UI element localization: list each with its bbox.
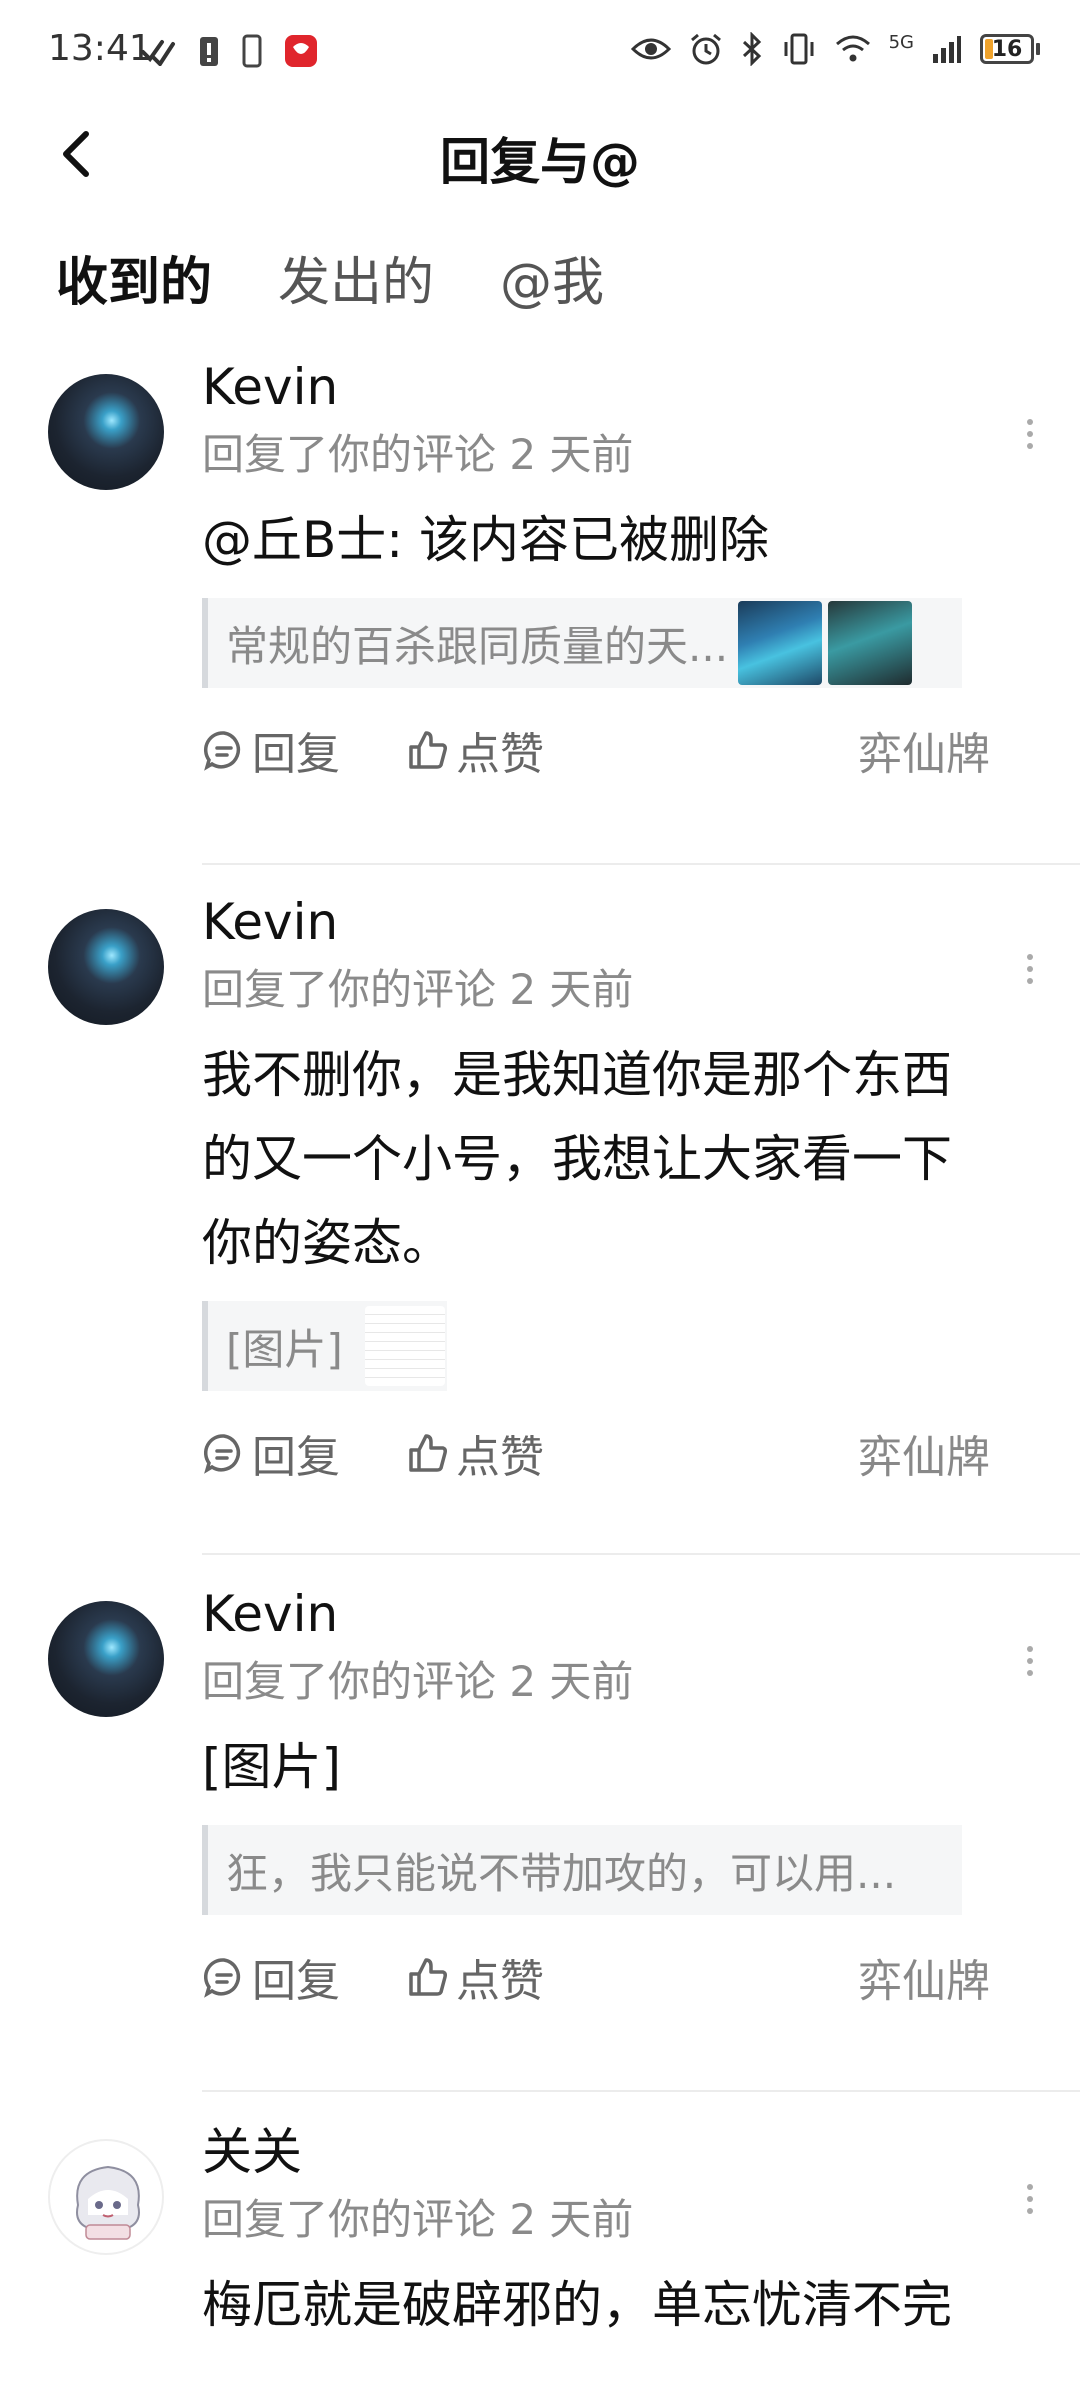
thumbs-up-icon (409, 731, 447, 769)
more-vertical-icon (1027, 419, 1033, 449)
quoted-comment[interactable]: [图片] (202, 1301, 447, 1391)
like-button[interactable]: 点赞 (406, 1421, 544, 1485)
bluetooth-icon (742, 32, 761, 66)
quoted-text: [图片] (226, 1324, 343, 1374)
username[interactable]: Kevin (202, 360, 1040, 415)
list-item[interactable]: 关关 回复了你的评论 2 天前 梅厄就是破辟邪的，单忘忧清不完 (0, 2125, 1080, 2400)
signal-icon (933, 36, 961, 63)
more-options-button[interactable] (1010, 2179, 1050, 2219)
reply-button[interactable]: 回复 (202, 1421, 340, 1485)
thumbs-up-icon (409, 1958, 447, 1996)
status-bar: 13:41 5G 16 (0, 0, 1080, 100)
channel-tag[interactable]: 弈仙牌 (858, 1421, 990, 1485)
status-alert-icon (200, 37, 218, 66)
tab-bar: 收到的 发出的 @我 (56, 240, 604, 325)
username[interactable]: 关关 (202, 2125, 1040, 2180)
comment-text[interactable]: 我不删你，是我知道你是那个东西 的又一个小号，我想让大家看一下 你的姿态。 (202, 1033, 1040, 1285)
more-vertical-icon (1027, 1646, 1033, 1676)
eye-icon (630, 38, 671, 60)
comment-icon (203, 1958, 241, 1998)
channel-tag[interactable]: 弈仙牌 (858, 1945, 990, 2009)
avatar[interactable] (48, 2139, 164, 2255)
status-check-icon (141, 40, 175, 66)
alarm-icon (690, 33, 721, 65)
avatar[interactable] (48, 374, 164, 490)
status-left-icons (140, 34, 318, 68)
comment-text[interactable]: [图片] (202, 1725, 1040, 1809)
more-options-button[interactable] (1010, 414, 1050, 454)
comment-meta: 回复了你的评论 2 天前 (202, 2195, 634, 2244)
avatar-illustration (76, 2165, 140, 2240)
more-options-button[interactable] (1010, 1641, 1050, 1681)
tab-received[interactable]: 收到的 (56, 240, 213, 325)
comment-meta: 回复了你的评论 2 天前 (202, 430, 634, 479)
channel-tag[interactable]: 弈仙牌 (858, 718, 990, 782)
more-options-button[interactable] (1010, 949, 1050, 989)
like-button[interactable]: 点赞 (406, 718, 544, 782)
action-row: 回复 点赞 弈仙牌 (202, 1945, 1040, 2007)
quoted-comment[interactable]: 常规的百杀跟同质量的天... (202, 598, 962, 688)
status-right-icons: 5G 16 (630, 32, 1040, 66)
more-vertical-icon (1027, 954, 1033, 984)
like-button[interactable]: 点赞 (406, 1945, 544, 2009)
nav-bar: 回复与@ (0, 100, 1080, 210)
status-phone-icon (242, 34, 262, 68)
action-row: 回复 点赞 弈仙牌 (202, 718, 1040, 780)
quoted-text: 常规的百杀跟同质量的天... (226, 621, 729, 671)
quoted-text: 狂，我只能说不带加攻的，可以用... (226, 1848, 897, 1898)
quoted-image[interactable] (738, 601, 823, 685)
list-item[interactable]: Kevin 回复了你的评论 2 天前 [图片] 狂，我只能说不带加攻的，可以用.… (0, 1587, 1080, 2092)
tab-mentions[interactable]: @我 (500, 240, 604, 325)
divider (202, 1553, 1080, 1555)
divider (202, 2090, 1080, 2092)
comment-text[interactable]: @丘B士: 该内容已被删除 (202, 498, 1040, 582)
comment-meta: 回复了你的评论 2 天前 (202, 1657, 634, 1706)
battery-indicator: 16 (980, 34, 1040, 64)
comment-text[interactable]: 梅厄就是破辟邪的，单忘忧清不完 (202, 2263, 1040, 2347)
vibrate-icon (784, 33, 814, 65)
quoted-comment[interactable]: 狂，我只能说不带加攻的，可以用... (202, 1825, 962, 1915)
thumbs-up-icon (409, 1434, 447, 1472)
quoted-image[interactable] (364, 1306, 445, 1386)
username[interactable]: Kevin (202, 895, 1040, 950)
avatar[interactable] (48, 1601, 164, 1717)
avatar[interactable] (48, 909, 164, 1025)
divider (202, 863, 1080, 865)
quoted-image[interactable] (828, 601, 913, 685)
action-row: 回复 点赞 弈仙牌 (202, 1421, 1040, 1483)
list-item[interactable]: Kevin 回复了你的评论 2 天前 @丘B士: 该内容已被删除 常规的百杀跟同… (0, 360, 1080, 865)
list-item[interactable]: Kevin 回复了你的评论 2 天前 我不删你，是我知道你是那个东西 的又一个小… (0, 895, 1080, 1555)
comment-icon (203, 1434, 241, 1474)
reply-button[interactable]: 回复 (202, 718, 340, 782)
status-app-icon (285, 35, 317, 67)
page-title: 回复与@ (440, 133, 640, 191)
wifi-icon (835, 35, 870, 62)
comment-meta: 回复了你的评论 2 天前 (202, 965, 634, 1014)
more-vertical-icon (1027, 2184, 1033, 2214)
reply-button[interactable]: 回复 (202, 1945, 340, 2009)
username[interactable]: Kevin (202, 1587, 1040, 1642)
network-type: 5G (888, 32, 914, 53)
comment-icon (203, 731, 241, 771)
status-time: 13:41 (48, 28, 152, 69)
tab-sent[interactable]: 发出的 (278, 240, 434, 325)
